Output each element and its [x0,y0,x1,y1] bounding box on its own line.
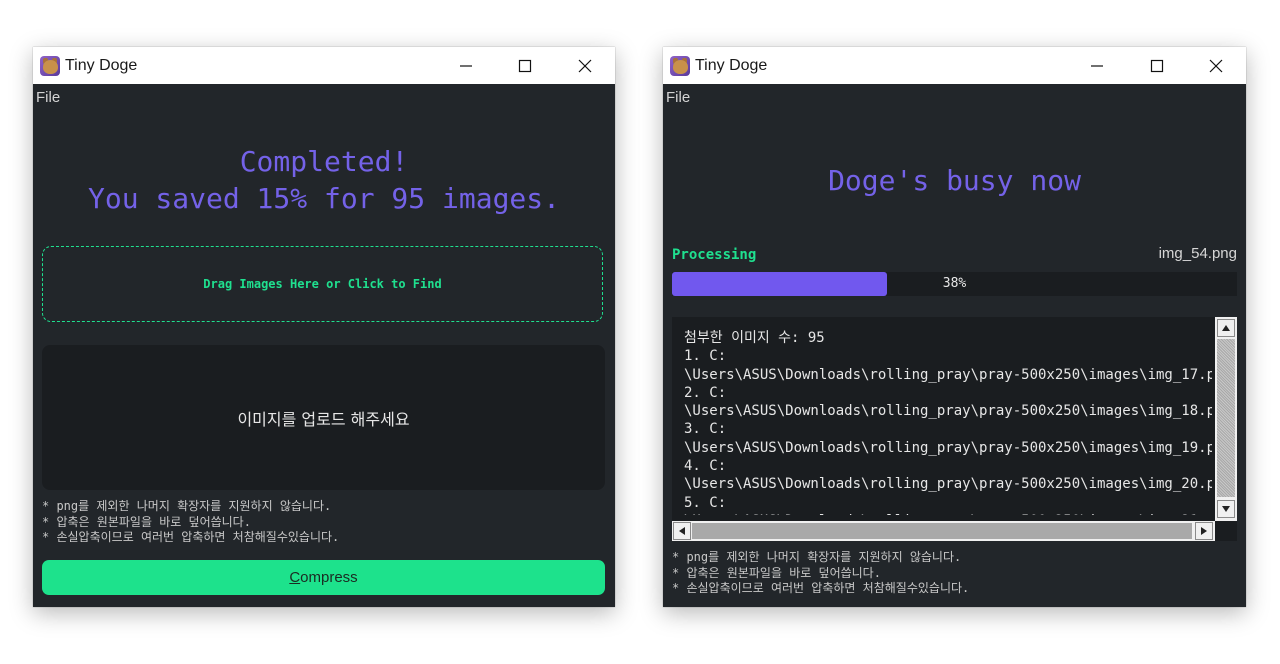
log-line: 첨부한 이미지 수: 95 [684,330,825,346]
maximize-button[interactable] [1127,47,1187,84]
log-box[interactable]: 첨부한 이미지 수: 95 1. C: \Users\ASUS\Downloads\… [672,317,1237,541]
image-preview-panel: 이미지를 업로드 해주세요 [42,345,605,490]
maximize-button[interactable] [495,47,555,84]
scroll-up-button[interactable] [1217,319,1235,337]
title-bar[interactable]: Tiny Doge [663,47,1246,84]
minimize-icon [1091,64,1103,67]
status-headline: Doge's busy now [828,164,1081,197]
menu-bar: File [33,84,615,110]
drop-zone-label: Drag Images Here or Click to Find [203,277,442,291]
app-icon [40,55,60,76]
horizontal-scrollbar[interactable] [672,521,1215,541]
log-line: 1. C: [684,348,727,365]
status-headline-line1: Completed! [239,145,409,178]
log-line: \Users\ASUS\Downloads\rolling_pray\pray-… [684,366,1212,383]
scroll-right-button[interactable] [1195,522,1213,540]
log-line: \Users\ASUS\Downloads\rolling_pray\pray-… [684,512,1212,515]
close-button[interactable] [555,47,615,84]
progress-percent: 38% [942,276,967,291]
log-line: 4. C: [684,458,727,475]
horizontal-scroll-thumb[interactable] [692,523,1192,539]
log-line: 3. C: [684,421,727,438]
minimize-button[interactable] [1067,47,1127,84]
notes: * png를 제외한 나머지 확장자를 지원하지 않습니다. * 압축은 원본파… [672,550,969,597]
status-headline-line2: You saved 15% for 95 images. [87,182,560,215]
image-panel-placeholder: 이미지를 업로드 해주세요 [237,409,410,429]
processing-label: Processing [672,247,757,263]
log-line: \Users\ASUS\Downloads\rolling_pray\pray-… [684,476,1212,493]
maximize-icon [1150,59,1164,72]
scroll-down-button[interactable] [1217,500,1235,518]
vertical-scrollbar[interactable] [1215,317,1237,521]
tiny-doge-window-busy: Tiny Doge File Doge's busy now Processin… [663,47,1246,607]
compress-button[interactable]: Compress [42,560,605,595]
title-bar[interactable]: Tiny Doge [33,47,615,84]
log-line: \Users\ASUS\Downloads\rolling_pray\pray-… [684,439,1212,456]
close-icon [1209,59,1223,72]
minimize-icon [460,64,472,67]
drop-zone[interactable]: Drag Images Here or Click to Find [42,246,603,322]
note-line: * 손실압축이므로 여러번 압축하면 처참해질수있습니다. [42,530,340,544]
scroll-up-icon [1222,325,1230,331]
tiny-doge-window-completed: Tiny Doge File Completed! You saved 15% … [33,47,615,607]
log-text: 첨부한 이미지 수: 95 1. C: \Users\ASUS\Downloads\… [684,329,1212,515]
app-icon [670,55,690,76]
note-line: * 압축은 원본파일을 바로 덮어씁니다. [42,514,251,529]
window-title: Tiny Doge [695,56,768,74]
scroll-right-icon [1201,527,1207,535]
window-title: Tiny Doge [65,56,138,74]
menu-file[interactable]: File [36,89,60,106]
current-file-name: img_54.png [1158,245,1237,262]
menu-file[interactable]: File [666,89,690,106]
progress-bar: 38% [672,272,1237,296]
note-line: * png를 제외한 나머지 확장자를 지원하지 않습니다. [672,550,962,564]
menu-bar: File [663,84,1246,110]
note-line: * 압축은 원본파일을 바로 덮어씁니다. [672,565,881,580]
minimize-button[interactable] [436,47,496,84]
scroll-left-button[interactable] [673,522,691,540]
log-line: 5. C: [684,494,727,511]
close-icon [578,59,592,72]
maximize-icon [518,59,532,72]
scroll-down-icon [1222,506,1230,512]
log-line: 2. C: [684,384,727,401]
vertical-scroll-thumb[interactable] [1217,339,1235,497]
close-button[interactable] [1186,47,1246,84]
log-line: \Users\ASUS\Downloads\rolling_pray\pray-… [684,403,1212,420]
note-line: * png를 제외한 나머지 확장자를 지원하지 않습니다. [42,499,332,513]
scroll-left-icon [679,527,685,535]
notes: * png를 제외한 나머지 확장자를 지원하지 않습니다. * 압축은 원본파… [42,499,339,546]
compress-button-label: Compress [289,569,358,586]
note-line: * 손실압축이므로 여러번 압축하면 처참해질수있습니다. [672,581,970,595]
